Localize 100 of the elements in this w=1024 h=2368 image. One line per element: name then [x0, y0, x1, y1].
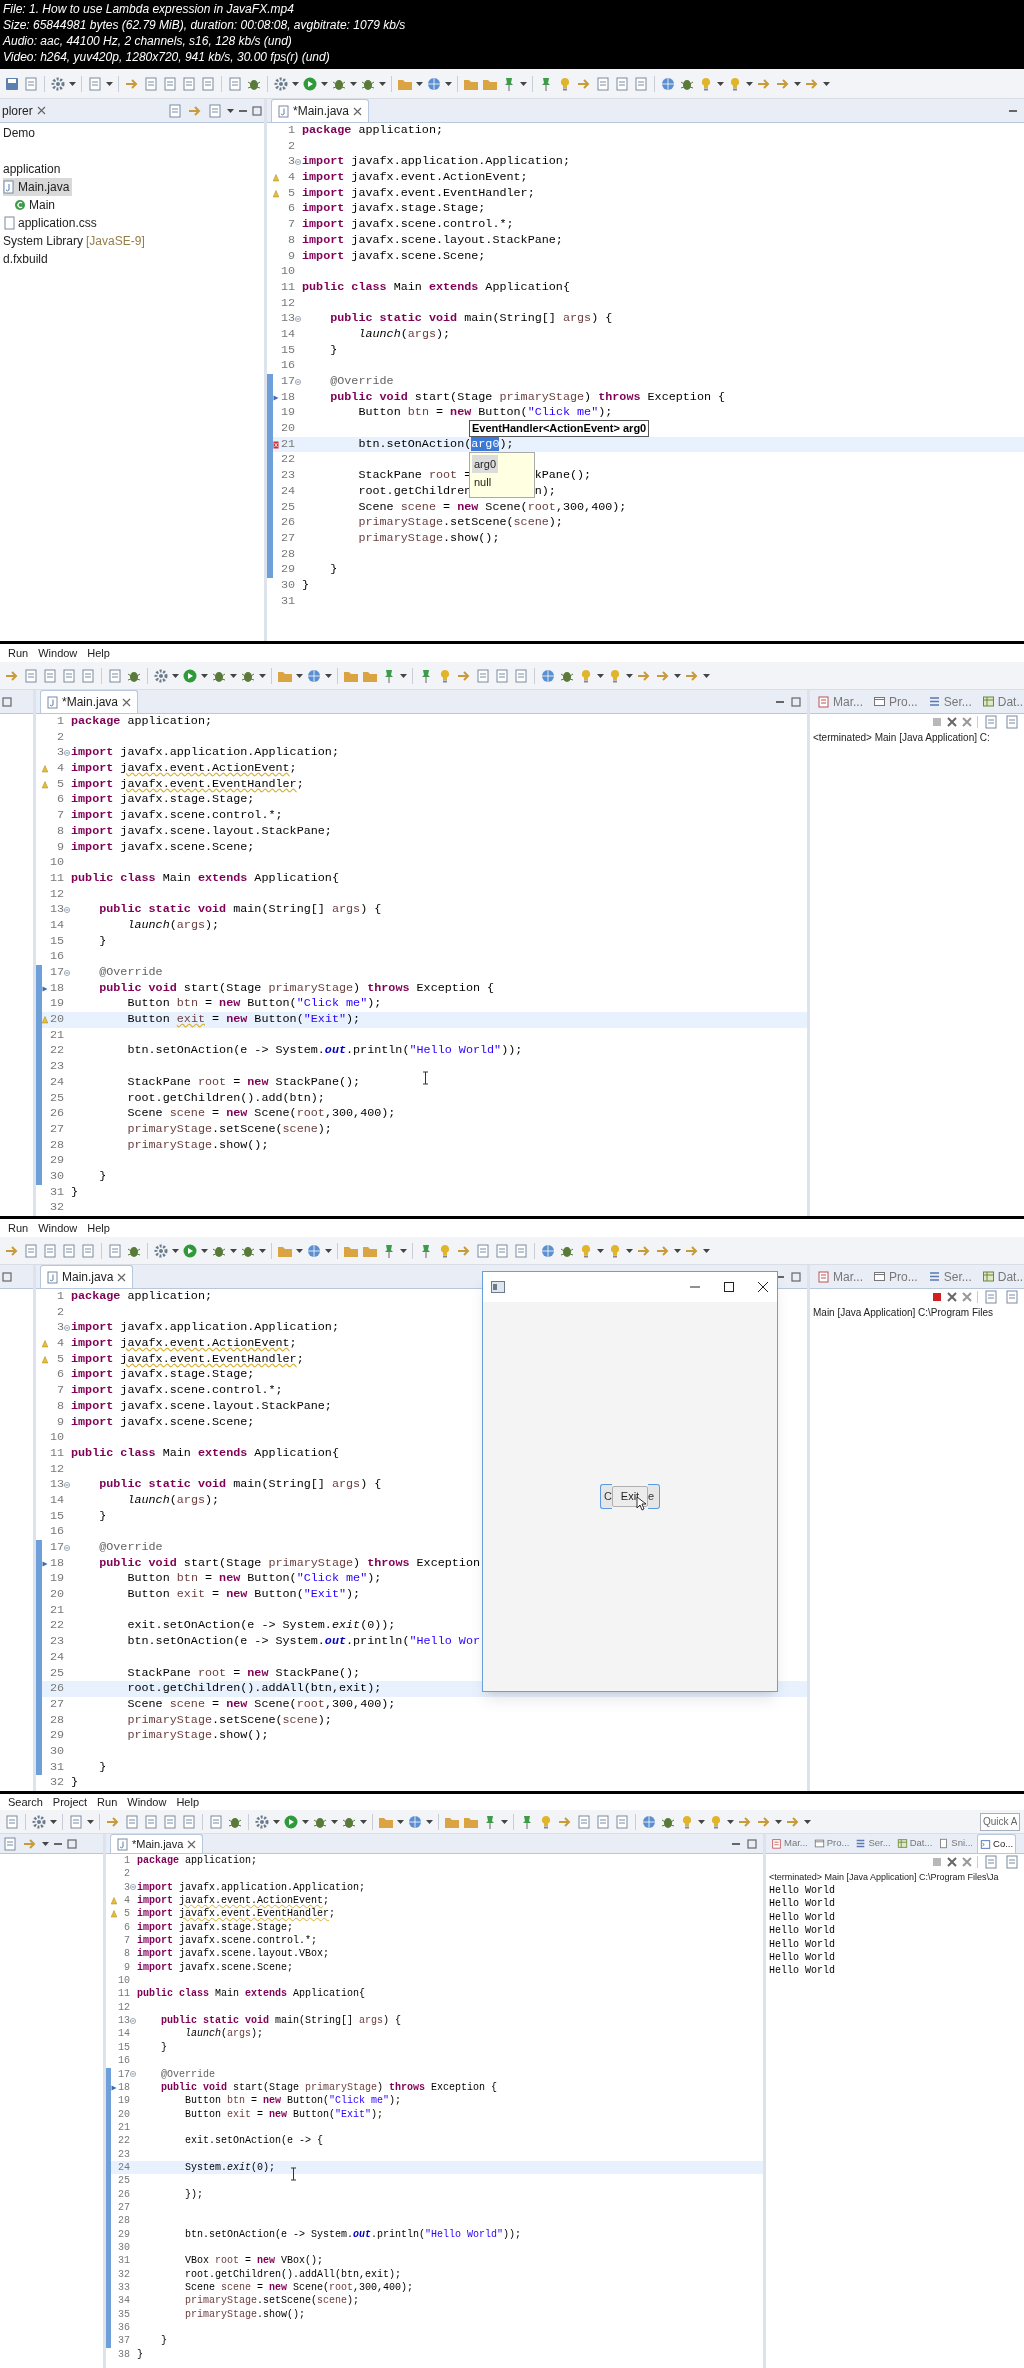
page-icon[interactable]	[4, 1813, 20, 1830]
globe-icon[interactable]	[540, 667, 556, 684]
gear-icon[interactable]	[273, 75, 289, 92]
page-icon[interactable]	[614, 75, 630, 92]
view-tab[interactable]: Ser...	[923, 690, 976, 713]
page-icon[interactable]	[2, 1835, 18, 1852]
run-icon[interactable]	[283, 1813, 299, 1830]
page-icon[interactable]	[1004, 714, 1020, 730]
page-icon[interactable]	[227, 75, 243, 92]
page-icon[interactable]	[576, 1813, 592, 1830]
globe-icon[interactable]	[660, 75, 676, 92]
underlying-button[interactable]: e	[648, 1484, 660, 1509]
quick-access-field[interactable]: Quick A	[980, 1812, 1020, 1831]
fold-icon[interactable]	[64, 749, 70, 758]
page-icon[interactable]	[983, 1289, 999, 1305]
page-icon[interactable]	[595, 1813, 611, 1830]
fold-icon[interactable]	[295, 377, 301, 386]
view-tab[interactable]: Mar...	[813, 1265, 867, 1288]
fold-icon[interactable]	[295, 158, 301, 167]
tree-item[interactable]: application	[3, 160, 64, 178]
page-icon[interactable]	[61, 1242, 77, 1259]
save-icon[interactable]	[4, 75, 20, 92]
view-tab[interactable]: Pro...	[869, 1265, 922, 1288]
page-icon[interactable]	[633, 75, 649, 92]
gear-icon[interactable]	[254, 1813, 270, 1830]
page-icon[interactable]	[143, 75, 159, 92]
close-icon[interactable]	[757, 1281, 769, 1293]
view-tab[interactable]: Mar...	[769, 1834, 810, 1853]
page-icon[interactable]	[107, 1242, 123, 1259]
gear-icon[interactable]	[153, 1242, 169, 1259]
globe-icon[interactable]	[641, 1813, 657, 1830]
page-icon[interactable]	[494, 667, 510, 684]
view-tab[interactable]: Pro...	[869, 690, 922, 713]
fold-icon[interactable]	[64, 1324, 70, 1333]
page-icon[interactable]	[1004, 1289, 1020, 1305]
remove-all-icon[interactable]	[962, 1857, 972, 1867]
proposal-item[interactable]: null	[472, 473, 494, 491]
page-icon[interactable]	[494, 1242, 510, 1259]
page-icon[interactable]	[162, 1813, 178, 1830]
page-icon[interactable]	[614, 1813, 630, 1830]
page-icon[interactable]	[200, 75, 216, 92]
run-icon[interactable]	[302, 75, 318, 92]
page-icon[interactable]	[595, 75, 611, 92]
remove-icon[interactable]	[947, 1292, 957, 1302]
remove-all-icon[interactable]	[962, 717, 972, 727]
menu-item[interactable]: Window	[38, 644, 78, 662]
gear-icon[interactable]	[153, 667, 169, 684]
tree-item[interactable]: Main	[14, 196, 58, 214]
run-icon[interactable]	[182, 667, 198, 684]
editor-tab[interactable]: *Main.java	[271, 99, 370, 122]
page-icon[interactable]	[208, 1813, 224, 1830]
menu-item[interactable]: Run	[8, 644, 29, 662]
page-icon[interactable]	[162, 75, 178, 92]
fold-icon[interactable]	[130, 2070, 136, 2079]
menu-item[interactable]: Window	[38, 1219, 78, 1237]
page-icon[interactable]	[475, 667, 491, 684]
view-tab[interactable]: Mar...	[813, 690, 867, 713]
menu-item[interactable]: Project	[52, 1794, 88, 1811]
editor-tab[interactable]: *Main.java	[110, 1834, 204, 1853]
menu-item[interactable]: Help	[87, 644, 110, 662]
underlying-button[interactable]: C	[600, 1484, 612, 1509]
page-icon[interactable]	[42, 667, 58, 684]
page-icon[interactable]	[80, 1242, 96, 1259]
page-icon[interactable]	[107, 667, 123, 684]
globe-icon[interactable]	[540, 1242, 556, 1259]
remove-icon[interactable]	[947, 1857, 957, 1867]
fold-icon[interactable]	[130, 2016, 136, 2025]
page-icon[interactable]	[167, 102, 183, 119]
fold-icon[interactable]	[64, 1481, 70, 1490]
fold-icon[interactable]	[64, 968, 70, 977]
view-tab[interactable]: Ser...	[923, 1265, 976, 1288]
view-tab[interactable]: Pro...	[811, 1834, 852, 1853]
page-icon[interactable]	[23, 1242, 39, 1259]
fold-icon[interactable]	[64, 1543, 70, 1552]
page-icon[interactable]	[475, 1242, 491, 1259]
stop-icon[interactable]	[932, 1292, 942, 1302]
tree-item[interactable]: d.fxbuild	[3, 250, 51, 268]
menu-item[interactable]: Run	[8, 1219, 29, 1237]
gear-icon[interactable]	[31, 1813, 47, 1830]
fold-icon[interactable]	[130, 1883, 136, 1892]
view-tab[interactable]: Ser...	[853, 1834, 893, 1853]
fold-icon[interactable]	[295, 315, 301, 324]
menu-item[interactable]: Help	[87, 1219, 110, 1237]
page-icon[interactable]	[983, 1854, 999, 1870]
run-icon[interactable]	[182, 1242, 198, 1259]
page-icon[interactable]	[143, 1813, 159, 1830]
page-icon[interactable]	[983, 714, 999, 730]
page-icon[interactable]	[513, 667, 529, 684]
view-tab[interactable]: Sni...	[936, 1834, 975, 1853]
view-tab[interactable]: Dat...	[894, 1834, 935, 1853]
page-icon[interactable]	[181, 75, 197, 92]
tree-item[interactable]: Demo	[3, 124, 38, 142]
menu-item[interactable]: Help	[176, 1794, 200, 1811]
tree-item[interactable]: Main.java	[3, 178, 73, 196]
tree-item[interactable]: System Library [JavaSE-9]	[3, 232, 148, 250]
page-icon[interactable]	[23, 667, 39, 684]
page-icon[interactable]	[1004, 1854, 1020, 1870]
page-icon[interactable]	[23, 75, 39, 92]
maximize-icon[interactable]	[723, 1281, 735, 1293]
fold-icon[interactable]	[64, 906, 70, 915]
